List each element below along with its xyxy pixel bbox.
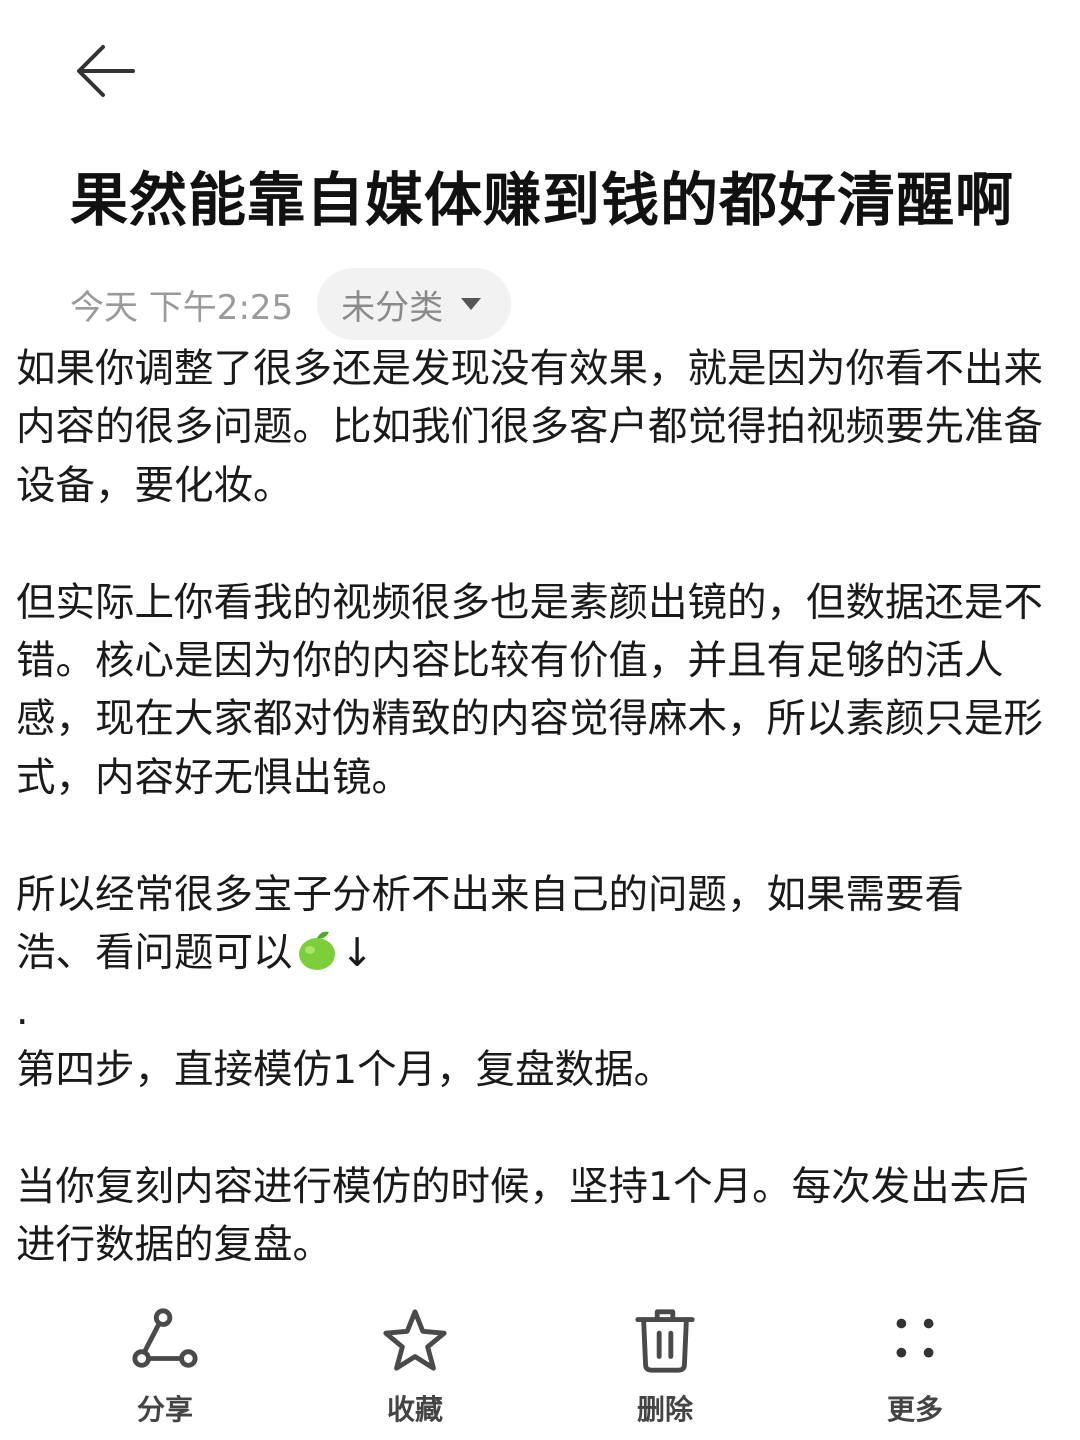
more-label: 更多 bbox=[886, 1393, 943, 1426]
down-arrow-text: ↓ bbox=[340, 930, 374, 977]
paragraph: 如果你调整了很多还是发现没有效果，就是因为你看不出来内容的很多问题。比如我们很多… bbox=[16, 346, 1043, 509]
delete-button[interactable]: 删除 bbox=[595, 1298, 735, 1428]
paragraph-text: 浩、看问题可以 bbox=[16, 930, 293, 977]
paragraph: 但实际上你看我的视频很多也是素颜出镜的，但数据还是不错。核心是因为你的内容比较有… bbox=[16, 579, 1043, 801]
category-label: 未分类 bbox=[341, 287, 444, 328]
back-button[interactable] bbox=[66, 36, 144, 106]
bottom-toolbar: 分享 收藏 删除 更多 bbox=[0, 1298, 1080, 1428]
share-label: 分享 bbox=[136, 1393, 193, 1426]
arrow-left-icon bbox=[77, 45, 135, 97]
note-title: 果然能靠自媒体赚到钱的都好清醒啊 bbox=[70, 166, 1015, 234]
category-dropdown[interactable]: 未分类 bbox=[317, 268, 512, 340]
delete-label: 删除 bbox=[636, 1393, 693, 1426]
share-button[interactable]: 分享 bbox=[95, 1298, 235, 1428]
star-icon bbox=[383, 1309, 447, 1371]
paragraph: . bbox=[16, 988, 29, 1035]
trash-icon bbox=[635, 1309, 695, 1373]
more-button[interactable]: 更多 bbox=[845, 1298, 985, 1428]
favorite-button[interactable]: 收藏 bbox=[345, 1298, 485, 1428]
caret-down-icon bbox=[461, 298, 482, 310]
green-apple-icon bbox=[298, 931, 335, 971]
paragraph-with-emoji: 浩、看问题可以 ↓ bbox=[16, 924, 1066, 982]
favorite-label: 收藏 bbox=[386, 1393, 443, 1426]
paragraph: 当你复刻内容进行模仿的时候，坚持1个月。每次发出去后进行数据的复盘。 bbox=[16, 1163, 1029, 1269]
note-body[interactable]: 如果你调整了很多还是发现没有效果，就是因为你看不出来内容的很多问题。比如我们很多… bbox=[16, 340, 1066, 1274]
note-timestamp: 今天 下午2:25 bbox=[70, 287, 294, 328]
more-dots-icon bbox=[896, 1318, 934, 1358]
note-meta: 今天 下午2:25 未分类 bbox=[70, 268, 512, 340]
share-icon bbox=[132, 1308, 198, 1368]
paragraph: 第四步，直接模仿1个月，复盘数据。 bbox=[16, 1046, 674, 1093]
paragraph: 所以经常很多宝子分析不出来自己的问题，如果需要看 bbox=[16, 871, 964, 918]
